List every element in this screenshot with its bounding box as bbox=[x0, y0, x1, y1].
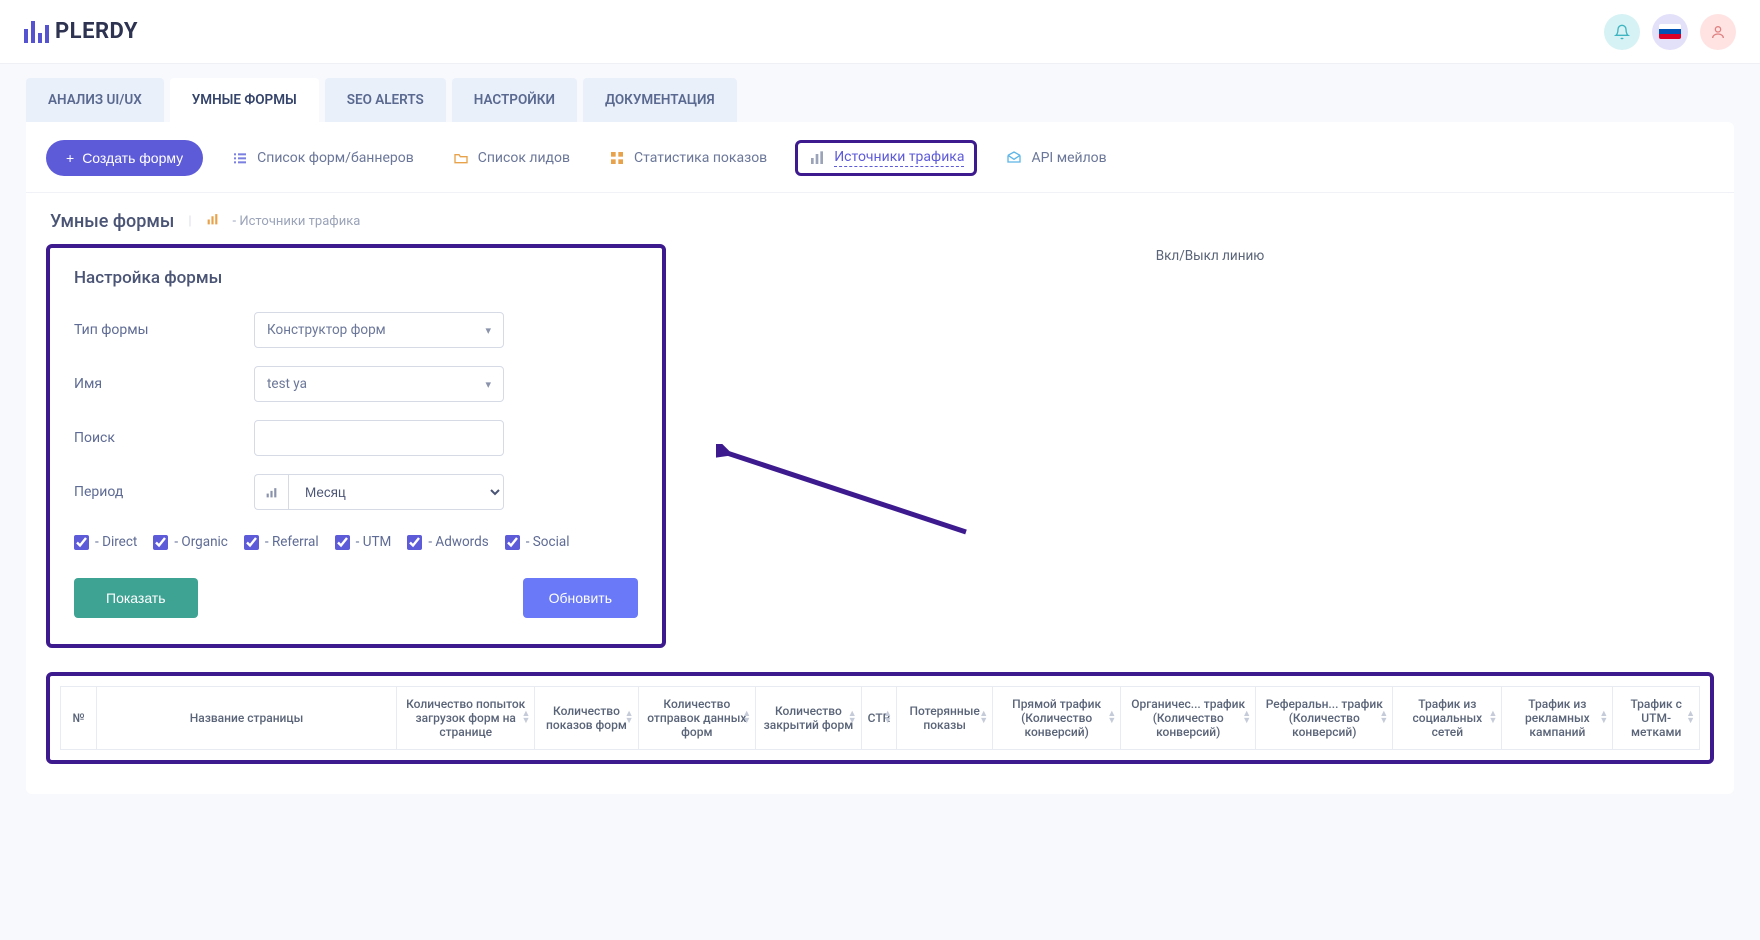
checkbox[interactable] bbox=[244, 535, 259, 550]
check-direct[interactable]: - Direct bbox=[74, 534, 137, 550]
th-submits[interactable]: Количество отправок данных форм▲▼ bbox=[638, 687, 756, 750]
create-form-button[interactable]: + Создать форму bbox=[46, 140, 203, 176]
select-period[interactable]: Месяц bbox=[288, 474, 504, 510]
th-ctr[interactable]: CTR▲▼ bbox=[861, 687, 897, 750]
row-period: Период Месяц bbox=[74, 474, 638, 510]
config-area: Настройка формы Тип формы Конструктор фо… bbox=[26, 244, 1734, 648]
right-pane: Вкл/Выкл линию bbox=[706, 244, 1714, 264]
legend-title: Вкл/Выкл линию bbox=[706, 248, 1714, 264]
subnav-stats[interactable]: Статистика показов bbox=[598, 143, 777, 173]
panel-buttons: Показать Обновить bbox=[74, 578, 638, 618]
check-referral[interactable]: - Referral bbox=[244, 534, 319, 550]
th-page-name[interactable]: Название страницы bbox=[97, 687, 397, 750]
bell-icon[interactable] bbox=[1604, 14, 1640, 50]
search-input[interactable] bbox=[254, 420, 504, 456]
label-search: Поиск bbox=[74, 430, 254, 446]
tab-settings[interactable]: НАСТРОЙКИ bbox=[452, 78, 577, 122]
subnav-label: Список лидов bbox=[478, 150, 570, 166]
grid-icon bbox=[608, 149, 626, 167]
th-social[interactable]: Трафик из социальных сетей▲▼ bbox=[1393, 687, 1502, 750]
main-tabs: АНАЛИЗ UI/UX УМНЫЕ ФОРМЫ SEO ALERTS НАСТ… bbox=[26, 78, 1734, 122]
topbar: PLERDY bbox=[0, 0, 1760, 64]
row-name: Имя test ya ▾ bbox=[74, 366, 638, 402]
select-name[interactable]: test ya ▾ bbox=[254, 366, 504, 402]
subnav-label: Список форм/баннеров bbox=[257, 150, 414, 166]
th-direct[interactable]: Прямой трафик (Количество конверсий)▲▼ bbox=[993, 687, 1121, 750]
th-referral[interactable]: Реферальн... трафик (Количество конверси… bbox=[1256, 687, 1393, 750]
subnav-api[interactable]: API мейлов bbox=[995, 143, 1116, 173]
th-load-attempts[interactable]: Количество попыток загрузок форм на стра… bbox=[397, 687, 535, 750]
check-adwords[interactable]: - Adwords bbox=[407, 534, 488, 550]
check-utm[interactable]: - UTM bbox=[335, 534, 392, 550]
bars-icon bbox=[206, 213, 219, 230]
th-ads[interactable]: Трафик из рекламных кампаний▲▼ bbox=[1502, 687, 1613, 750]
logo[interactable]: PLERDY bbox=[24, 19, 138, 44]
row-form-type: Тип формы Конструктор форм ▾ bbox=[74, 312, 638, 348]
chevron-down-icon: ▾ bbox=[485, 378, 491, 391]
breadcrumb: Умные формы | - Источники трафика bbox=[26, 193, 1734, 244]
select-value: Конструктор форм bbox=[267, 322, 386, 338]
tab-docs[interactable]: ДОКУМЕНТАЦИЯ bbox=[583, 78, 737, 122]
th-organic[interactable]: Органичес... трафик (Количество конверси… bbox=[1121, 687, 1256, 750]
flag-ru-icon bbox=[1659, 24, 1681, 39]
subnav-label: Источники трафика bbox=[834, 149, 964, 167]
label-name: Имя bbox=[74, 376, 254, 392]
arrow-annotation bbox=[716, 444, 976, 544]
th-number[interactable]: № bbox=[61, 687, 97, 750]
label-form-type: Тип формы bbox=[74, 322, 254, 338]
th-lost[interactable]: Потерянные показы▲▼ bbox=[897, 687, 993, 750]
row-search: Поиск bbox=[74, 420, 638, 456]
page-title: Умные формы bbox=[50, 211, 174, 232]
tab-smart-forms[interactable]: УМНЫЕ ФОРМЫ bbox=[170, 78, 319, 122]
subnav-label: Статистика показов bbox=[634, 150, 767, 166]
subnav-list-forms[interactable]: Список форм/баннеров bbox=[221, 143, 424, 173]
subnav-traffic-sources[interactable]: Источники трафика bbox=[795, 140, 977, 176]
subnav-list-leads[interactable]: Список лидов bbox=[442, 143, 580, 173]
breadcrumb-trail: - Источники трафика bbox=[233, 214, 361, 229]
checkbox[interactable] bbox=[407, 535, 422, 550]
panel-title: Настройка формы bbox=[74, 268, 638, 288]
signal-icon bbox=[254, 474, 288, 510]
checkbox[interactable] bbox=[335, 535, 350, 550]
th-closes[interactable]: Количество закрытий форм▲▼ bbox=[756, 687, 862, 750]
label-period: Период bbox=[74, 484, 254, 500]
plus-icon: + bbox=[66, 150, 74, 166]
results-table: № Название страницы Количество попыток з… bbox=[60, 686, 1700, 750]
check-social[interactable]: - Social bbox=[505, 534, 570, 550]
form-config-panel: Настройка формы Тип формы Конструктор фо… bbox=[46, 244, 666, 648]
checkbox[interactable] bbox=[505, 535, 520, 550]
update-button[interactable]: Обновить bbox=[523, 578, 638, 618]
source-checkboxes: - Direct - Organic - Referral - UTM - Ad… bbox=[74, 534, 638, 550]
mail-icon bbox=[1005, 149, 1023, 167]
results-table-wrap: № Название страницы Количество попыток з… bbox=[46, 672, 1714, 764]
tab-seo-alerts[interactable]: SEO ALERTS bbox=[325, 78, 446, 122]
subnav-label: API мейлов bbox=[1031, 150, 1106, 166]
brand-text: PLERDY bbox=[55, 19, 138, 44]
create-label: Создать форму bbox=[82, 150, 183, 166]
checkbox[interactable] bbox=[74, 535, 89, 550]
th-impressions[interactable]: Количество показов форм▲▼ bbox=[535, 687, 638, 750]
breadcrumb-separator: | bbox=[188, 214, 191, 229]
user-avatar[interactable] bbox=[1700, 14, 1736, 50]
show-button[interactable]: Показать bbox=[74, 578, 198, 618]
checkbox[interactable] bbox=[153, 535, 168, 550]
th-utm[interactable]: Трафик с UTM-метками▲▼ bbox=[1613, 687, 1700, 750]
logo-bars-icon bbox=[24, 21, 49, 43]
select-value: test ya bbox=[267, 376, 307, 392]
tab-analysis[interactable]: АНАЛИЗ UI/UX bbox=[26, 78, 164, 122]
subnav: + Создать форму Список форм/баннеров Спи… bbox=[26, 140, 1734, 193]
folder-icon bbox=[452, 149, 470, 167]
language-flag[interactable] bbox=[1652, 14, 1688, 50]
topbar-actions bbox=[1604, 14, 1736, 50]
content: + Создать форму Список форм/баннеров Спи… bbox=[26, 122, 1734, 794]
chevron-down-icon: ▾ bbox=[485, 324, 491, 337]
select-form-type[interactable]: Конструктор форм ▾ bbox=[254, 312, 504, 348]
main: АНАЛИЗ UI/UX УМНЫЕ ФОРМЫ SEO ALERTS НАСТ… bbox=[0, 64, 1760, 940]
list-icon bbox=[231, 149, 249, 167]
check-organic[interactable]: - Organic bbox=[153, 534, 228, 550]
bars-icon bbox=[808, 149, 826, 167]
